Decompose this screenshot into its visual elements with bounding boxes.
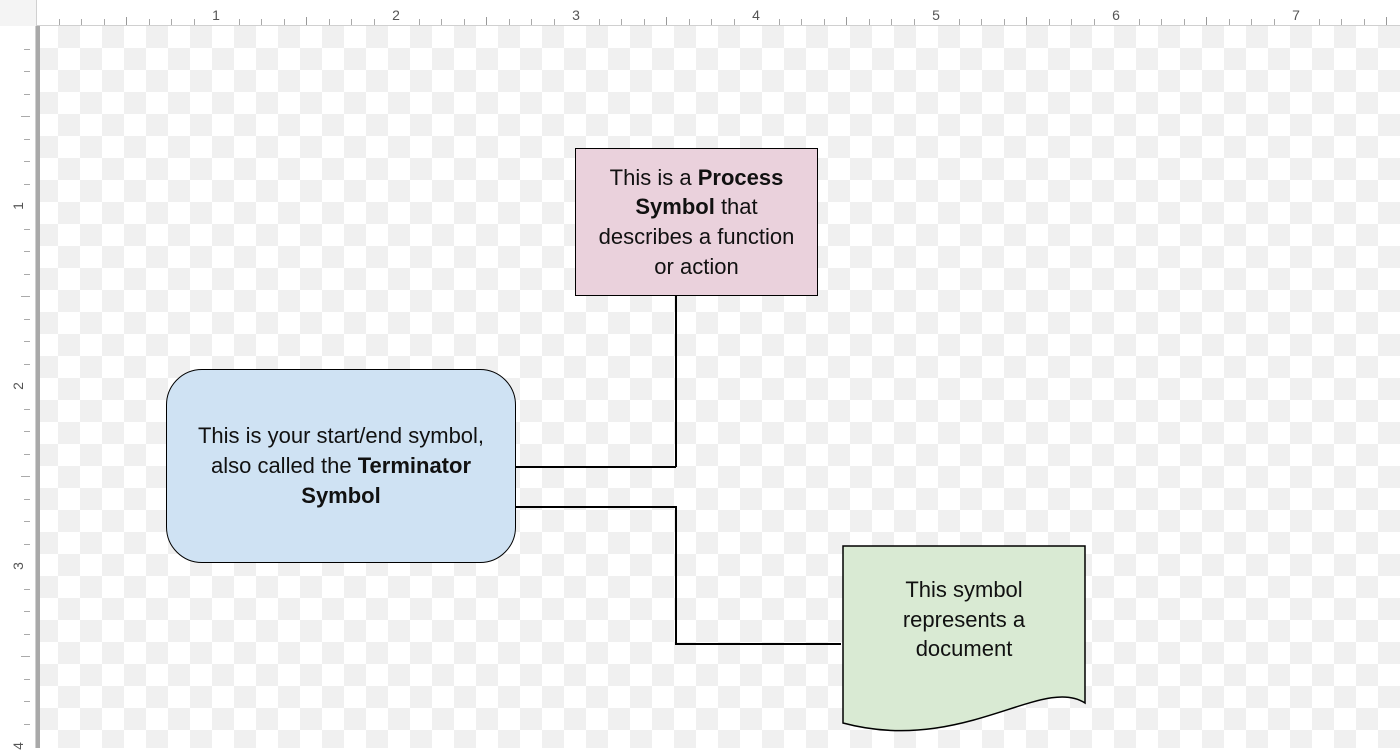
connector-terminator-document[interactable] — [675, 506, 677, 644]
connector-terminator-document[interactable] — [516, 506, 676, 508]
ruler-v-number: 4 — [10, 742, 26, 750]
ruler-h-number: 5 — [932, 7, 940, 23]
ruler-h-number: 6 — [1112, 7, 1120, 23]
connector-terminator-process[interactable] — [675, 295, 677, 467]
drawing-canvas[interactable]: This is your start/end symbol, also call… — [36, 26, 1400, 748]
document-text: This symbol represents a document — [842, 575, 1086, 664]
ruler-h-number: 1 — [212, 7, 220, 23]
ruler-h-number: 7 — [1292, 7, 1300, 23]
ruler-h-number: 3 — [572, 7, 580, 23]
ruler-h-number: 2 — [392, 7, 400, 23]
terminator-text: This is your start/end symbol, also call… — [191, 421, 491, 510]
ruler-v-number: 3 — [10, 562, 26, 570]
process-shape[interactable]: This is a Process Symbol that describes … — [575, 148, 818, 296]
ruler-v-number: 1 — [10, 202, 26, 210]
horizontal-ruler: 1 2 3 4 5 6 7 — [0, 0, 1400, 26]
process-text: This is a Process Symbol that describes … — [592, 163, 801, 282]
vertical-ruler: 1 2 3 4 — [0, 0, 36, 748]
ruler-v-number: 2 — [10, 382, 26, 390]
document-shape[interactable]: This symbol represents a document — [842, 545, 1086, 745]
ruler-h-number: 4 — [752, 7, 760, 23]
canvas-left-gutter — [36, 26, 40, 748]
process-text-pre: This is a — [610, 165, 698, 190]
connector-terminator-process[interactable] — [516, 466, 676, 468]
terminator-shape[interactable]: This is your start/end symbol, also call… — [166, 369, 516, 563]
connector-terminator-document[interactable] — [675, 643, 841, 645]
